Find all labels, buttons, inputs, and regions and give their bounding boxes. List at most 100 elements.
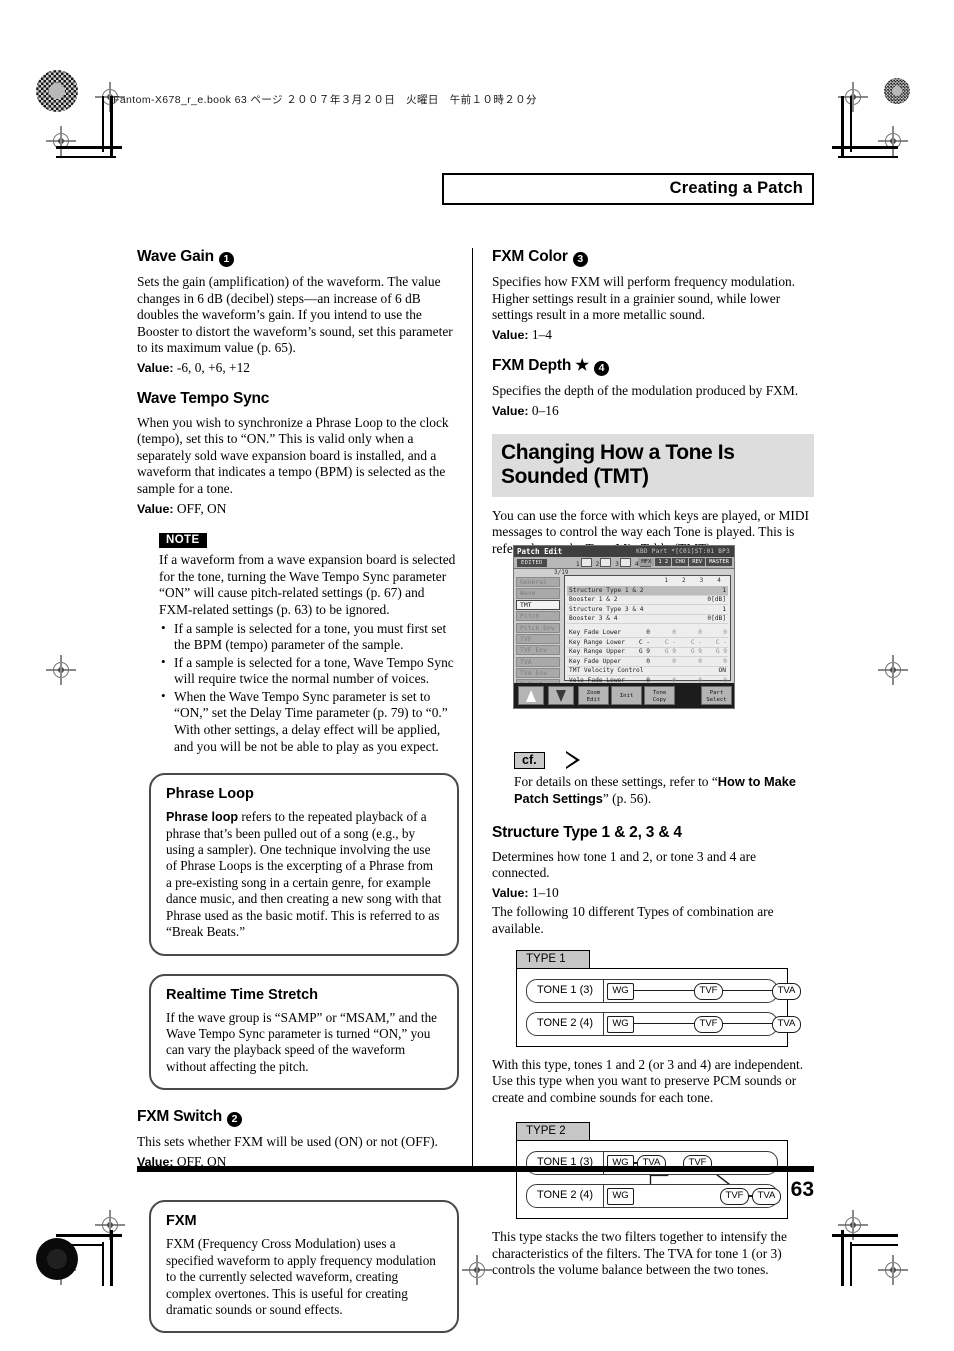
table-row[interactable]: Booster 3 & 4 0[dB]: [567, 615, 728, 625]
file-slug-line: Fantom-X678_r_e.book 63 ページ ２００７年３月２０日 火…: [113, 94, 537, 106]
fxm-color-value-text: 1–4: [531, 326, 552, 342]
callout-fxm-title: FXM: [166, 1213, 197, 1230]
fxm-color-body: Specifies how FXM will perform frequency…: [492, 274, 796, 323]
param-value-tone1: 0: [646, 657, 650, 665]
table-row[interactable]: Key Range Lower C - C - C - C -: [567, 638, 728, 648]
param-name: Key Range Lower: [569, 638, 625, 646]
param-value-tone2: 0: [672, 657, 676, 665]
callout-phrase-loop: Phrase Loop Phrase loop refers to the re…: [149, 773, 459, 956]
color-registration-patch-top: [36, 70, 78, 112]
page-number: 63: [790, 1178, 814, 1201]
table-row[interactable]: Key Fade Upper 0 0 0 0: [567, 657, 728, 667]
wire-wg-tvf: [631, 989, 695, 991]
wave-gain-value: Value: -6, 0, +6, +12: [137, 360, 459, 377]
param-value-tone4: G 9: [715, 648, 727, 656]
heading-fxm-switch-text: FXM Switch: [137, 1108, 222, 1126]
wire-tvf-tva-2: [721, 1022, 773, 1024]
table-row[interactable]: TMT Velocity Control ON: [567, 667, 728, 677]
type1-tone1-block-wg: WG: [607, 982, 634, 1000]
param-value-tone1: G 9: [638, 648, 650, 656]
marker-4-icon: 4: [593, 361, 609, 377]
param-value-tone1: 0: [646, 628, 650, 636]
param-name: Structure Type 1 & 2: [569, 586, 644, 594]
tone-checkbox-3[interactable]: [619, 558, 631, 567]
heading-structure-type: Structure Type 1 & 2, 3 & 4: [492, 823, 682, 841]
type1-box: TONE 1 (3) WG TVF TVA TONE 2 (4) WG TVF …: [516, 967, 801, 1047]
param-value-tone3: 0: [698, 628, 702, 636]
tone-sw-2[interactable]: 2: [596, 561, 600, 568]
lcd-tab-pitch-env[interactable]: Pitch Env: [516, 622, 560, 633]
wave-gain-value-text: -6, 0, +6, +12: [176, 359, 250, 375]
wave-tempo-sync-value: Value: OFF, ON: [137, 501, 459, 518]
structure-type-following: The following 10 different Types of comb…: [492, 904, 774, 936]
heading-wave-gain: Wave Gain 1: [137, 248, 459, 267]
param-value: 1: [722, 605, 726, 613]
table-row[interactable]: Structure Type 1 & 2 1: [567, 586, 728, 596]
tone-sw-sel-button[interactable]: Tone Sw/Sel: [734, 686, 735, 705]
tone-col-4: 4: [717, 577, 721, 584]
chapter-heading: Changing How a Tone Is Sounded (TMT): [492, 433, 814, 497]
structure-type-value: Value: 1–10: [492, 885, 814, 902]
lcd-tab-tva[interactable]: TVA: [516, 656, 560, 667]
wave-gain-value-label: Value:: [137, 360, 174, 375]
param-value-tone2: 0: [672, 628, 676, 636]
param-value: 0[dB]: [707, 596, 726, 604]
cf-reference-body: For details on these settings, refer to …: [514, 774, 814, 807]
param-name: Key Range Upper: [569, 648, 625, 656]
param-value: 0[dB]: [707, 615, 726, 623]
tone-sw-3[interactable]: 3: [615, 561, 619, 568]
table-row[interactable]: Booster 1 & 2 0[dB]: [567, 596, 728, 606]
lcd-parameter-panel: 1 2 3 4 Structure Type 1 & 2 1 Booster 1 …: [564, 575, 731, 708]
param-value-tone3: C -: [690, 638, 702, 646]
param-value-tone2: G 9: [664, 648, 676, 656]
down-arrow-button[interactable]: [548, 686, 574, 705]
cf-reference-tag: cf.: [514, 751, 814, 770]
up-arrow-button[interactable]: [518, 686, 544, 705]
left-column: Wave Gain 1 Sets the gain (amplification)…: [137, 248, 459, 1351]
heading-fxm-color-text: FXM Color: [492, 248, 568, 265]
mfx-label: MFX: [638, 558, 655, 566]
lcd-tab-wave[interactable]: Wave: [516, 588, 560, 599]
param-value-tone2: C -: [664, 638, 676, 646]
lcd-tab-pitch[interactable]: Pitch: [516, 611, 560, 622]
lcd-tab-tva-env[interactable]: TVA Env: [516, 668, 560, 679]
note-block: NOTE If a waveform from a wave expansion…: [159, 530, 459, 755]
table-row[interactable]: Key Fade Lower 0 0 0 0: [567, 628, 728, 638]
type2-tone2-block-tva: TVA: [752, 1188, 781, 1206]
init-button[interactable]: Init: [611, 686, 642, 705]
wire-tvf-tva: [721, 989, 773, 991]
lcd-tab-tvf[interactable]: TVF: [516, 633, 560, 645]
table-row[interactable]: Structure Type 3 & 4 1: [567, 605, 728, 615]
cf-text-after: ” (p. 56).: [602, 790, 652, 806]
note-badge: NOTE: [159, 532, 207, 549]
tone-copy-button[interactable]: Tone Copy: [644, 686, 675, 705]
table-row[interactable]: Key Range Upper G 9 G 9 G 9 G 9: [567, 648, 728, 658]
structure-type-value-text: 1–10: [531, 884, 559, 900]
part-select-button[interactable]: Part Select: [701, 686, 732, 705]
param-value-tone1: C -: [638, 638, 650, 646]
param-name: Structure Type 3 & 4: [569, 605, 644, 613]
tone-sw-1[interactable]: 1: [576, 561, 580, 568]
lcd-tab-tmt[interactable]: TMT: [516, 599, 560, 610]
type1-tone2-block-tvf: TVF: [694, 1015, 723, 1033]
lcd-tab-general[interactable]: General: [516, 577, 560, 588]
wave-tempo-sync-body: When you wish to synchronize a Phrase Lo…: [137, 414, 449, 496]
lcd-tab-tvf-env[interactable]: TVF Env: [516, 645, 560, 656]
marker-3-icon: 3: [572, 252, 588, 267]
tone-checkbox-1[interactable]: [580, 558, 592, 567]
heading-wave-gain-text: Wave Gain: [137, 248, 214, 265]
param-value-tone4: C -: [715, 638, 727, 646]
heading-fxm-depth: FXM Depth ★ 4: [492, 356, 814, 377]
lcd-title-bar: Patch Edit KBD Part *[C01]ST:01 BP3: [514, 546, 734, 557]
type2-box: TONE 1 (3) WG TVA TVF TONE 2 (4) WG TVF …: [516, 1140, 788, 1220]
chapter-heading-text: Changing How a Tone Is Sounded (TMT): [501, 440, 735, 488]
param-name: TMT Velocity Control: [569, 667, 644, 675]
tone-checkbox-2[interactable]: [600, 558, 612, 567]
lcd-title: Patch Edit: [517, 547, 563, 556]
type2-caption: This type stacks the two filters togethe…: [492, 1229, 787, 1278]
param-name: Booster 3 & 4: [569, 615, 618, 623]
type1-tab-label: TYPE 1: [516, 949, 590, 969]
phrase-loop-lead: Phrase loop: [166, 810, 239, 825]
zoom-edit-button[interactable]: Zoom Edit: [578, 686, 609, 705]
fxm-color-value: Value: 1–4: [492, 327, 814, 344]
